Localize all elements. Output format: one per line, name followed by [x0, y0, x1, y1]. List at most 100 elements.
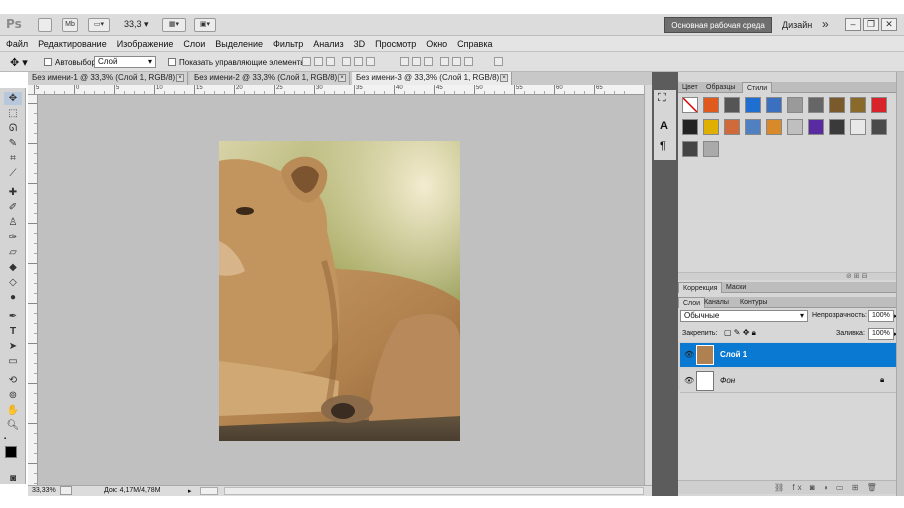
show-controls-checkbox[interactable]: [168, 58, 176, 66]
eraser-tool-icon[interactable]: ▱: [4, 246, 22, 259]
tab-styles[interactable]: Стили: [742, 82, 773, 93]
menu-edit[interactable]: Редактирование: [38, 39, 107, 49]
horizontal-scrollbar[interactable]: [224, 487, 644, 495]
fill-field[interactable]: 100%: [868, 328, 894, 340]
dodge-tool-icon[interactable]: ●: [4, 291, 22, 304]
tab-adjustments[interactable]: Коррекция: [678, 282, 723, 293]
layer-name[interactable]: Фон: [720, 376, 735, 385]
layer-name[interactable]: Слой 1: [720, 350, 747, 359]
styles-footer-icons[interactable]: ⊘ ⊞ ⊟: [846, 272, 868, 280]
style-swatch[interactable]: [766, 119, 782, 135]
3d-rotate-tool-icon[interactable]: ⟲: [4, 374, 22, 387]
align-right-icon[interactable]: [366, 57, 375, 66]
screen-mode-icon[interactable]: ▣▾: [194, 18, 216, 32]
menu-file[interactable]: Файл: [6, 39, 28, 49]
menu-window[interactable]: Окно: [426, 39, 447, 49]
style-swatch[interactable]: [871, 97, 887, 113]
menu-select[interactable]: Выделение: [215, 39, 263, 49]
default-colors-icon[interactable]: ▪: [4, 436, 10, 442]
menu-layers[interactable]: Слои: [183, 39, 205, 49]
distribute-right-icon[interactable]: [464, 57, 473, 66]
align-vcenter-icon[interactable]: [314, 57, 323, 66]
foreground-color-swatch[interactable]: [5, 446, 17, 458]
style-swatch[interactable]: [787, 97, 803, 113]
menu-3d[interactable]: 3D: [354, 39, 366, 49]
style-swatch[interactable]: [787, 119, 803, 135]
minimize-icon[interactable]: –: [845, 18, 861, 31]
style-swatch[interactable]: [703, 119, 719, 135]
layers-footer-icons[interactable]: ⛓ fx ◙ ◑ ▭ ⊞ 🗑︎: [774, 483, 880, 492]
style-swatch[interactable]: [745, 97, 761, 113]
healing-brush-tool-icon[interactable]: ✚: [4, 186, 22, 199]
essentials-workspace-button[interactable]: Основная рабочая среда: [664, 17, 772, 33]
history-brush-tool-icon[interactable]: ✑: [4, 231, 22, 244]
align-left-icon[interactable]: [342, 57, 351, 66]
menu-help[interactable]: Справка: [457, 39, 492, 49]
style-swatch[interactable]: [745, 119, 761, 135]
autoselect-checkbox[interactable]: [44, 58, 52, 66]
visibility-eye-icon[interactable]: 👁︎: [684, 350, 694, 359]
shape-tool-icon[interactable]: ▭: [4, 355, 22, 368]
lasso-tool-icon[interactable]: ᘏ: [4, 122, 22, 135]
quick-mask-icon[interactable]: ◙: [4, 472, 22, 485]
menu-filter[interactable]: Фильтр: [273, 39, 303, 49]
close-icon[interactable]: ✕: [881, 18, 897, 31]
style-swatch[interactable]: [850, 119, 866, 135]
tab-channels[interactable]: Каналы: [700, 297, 733, 308]
tab-color[interactable]: Цвет: [678, 82, 702, 93]
zoom-tool-icon[interactable]: 🔍︎: [4, 419, 22, 432]
3d-orbit-tool-icon[interactable]: ⊚: [4, 389, 22, 402]
paragraph-panel-icon[interactable]: ¶: [660, 140, 666, 152]
hand-tool-icon[interactable]: ✋: [4, 404, 22, 417]
menu-analysis[interactable]: Анализ: [313, 39, 343, 49]
style-swatch[interactable]: [871, 119, 887, 135]
horizontal-scrollbar-left[interactable]: [200, 487, 218, 495]
move-tool-preset-icon[interactable]: ✥ ▾: [10, 56, 28, 69]
style-swatch[interactable]: [703, 141, 719, 157]
blend-mode-select[interactable]: Обычные ▾: [680, 310, 808, 322]
align-top-icon[interactable]: [302, 57, 311, 66]
brush-tool-icon[interactable]: ✐: [4, 201, 22, 214]
style-swatch[interactable]: [808, 119, 824, 135]
clone-stamp-tool-icon[interactable]: ♙: [4, 216, 22, 229]
tab-document-2[interactable]: Без имени-2 @ 33,3% (Слой 1, RGB/8) * ×: [190, 72, 350, 85]
move-tool-icon[interactable]: ✥: [4, 92, 22, 105]
style-swatch[interactable]: [829, 97, 845, 113]
status-zoom[interactable]: 33,33%: [32, 487, 56, 494]
close-tab-icon[interactable]: ×: [176, 74, 184, 82]
character-panel-icon[interactable]: A: [660, 120, 668, 132]
style-swatch[interactable]: [703, 97, 719, 113]
distribute-top-icon[interactable]: [400, 57, 409, 66]
gradient-tool-icon[interactable]: ◆: [4, 261, 22, 274]
menu-image[interactable]: Изображение: [117, 39, 174, 49]
align-bottom-icon[interactable]: [326, 57, 335, 66]
tab-document-1[interactable]: Без имени-1 @ 33,3% (Слой 1, RGB/8) * ×: [28, 72, 188, 85]
style-swatch[interactable]: [724, 97, 740, 113]
style-swatch[interactable]: [682, 97, 698, 113]
arrange-documents-icon[interactable]: ▦▾: [162, 18, 186, 32]
crop-tool-icon[interactable]: ⌗: [4, 152, 22, 165]
tab-swatches[interactable]: Образцы: [702, 82, 739, 93]
path-select-tool-icon[interactable]: ➤: [4, 340, 22, 353]
adjustments-panel-icon[interactable]: ⛶: [658, 92, 666, 105]
design-workspace-button[interactable]: Дизайн: [782, 20, 812, 30]
canvas-vertical-scrollbar[interactable]: [644, 85, 652, 485]
zoom-level-field[interactable]: 33,3 ▾: [124, 19, 149, 30]
marquee-tool-icon[interactable]: ⬚: [4, 107, 22, 120]
auto-align-icon[interactable]: [494, 57, 503, 66]
close-tab-icon[interactable]: ×: [500, 74, 508, 82]
tab-paths[interactable]: Контуры: [736, 297, 771, 308]
visibility-eye-icon[interactable]: 👁︎: [684, 376, 694, 385]
tab-masks[interactable]: Маски: [722, 282, 750, 293]
bridge-icon[interactable]: [38, 18, 52, 32]
menu-view[interactable]: Просмотр: [375, 39, 416, 49]
style-swatch[interactable]: [682, 119, 698, 135]
style-swatch[interactable]: [808, 97, 824, 113]
pen-tool-icon[interactable]: ✒: [4, 310, 22, 323]
style-swatch[interactable]: [682, 141, 698, 157]
distribute-vcenter-icon[interactable]: [412, 57, 421, 66]
autoselect-select[interactable]: Слой ▾: [94, 56, 156, 68]
align-hcenter-icon[interactable]: [354, 57, 363, 66]
style-swatch[interactable]: [766, 97, 782, 113]
style-swatch[interactable]: [724, 119, 740, 135]
